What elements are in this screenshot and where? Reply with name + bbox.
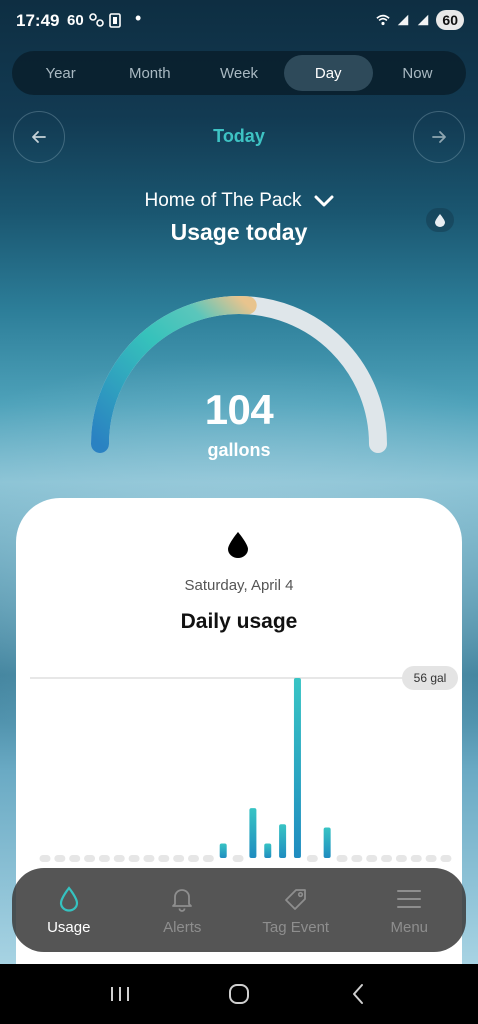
chart-placeholder-07	[143, 855, 155, 862]
chart-placeholder-26	[425, 855, 437, 862]
usage-value: 104	[204, 386, 274, 433]
tab-week[interactable]: Week	[194, 55, 283, 91]
chart-placeholder-10	[188, 855, 199, 862]
back-icon	[353, 984, 364, 1004]
tab-day[interactable]: Day	[283, 55, 373, 91]
max-value-label: 56 gal	[414, 671, 447, 685]
daily-title: Daily usage	[180, 610, 298, 633]
daily-usage-chart: 56 gal	[30, 666, 458, 862]
bell-icon	[172, 888, 193, 912]
link-icon	[89, 13, 121, 28]
nav-menu-label: Menu	[390, 918, 429, 936]
location-selector[interactable]: Home of The Pack	[120, 188, 358, 214]
wifi-icon	[376, 14, 391, 26]
bottom-nav: Usage Alerts Tag Event Menu	[12, 868, 466, 952]
status-time: 17:49	[16, 11, 60, 30]
water-drop-badge[interactable]	[426, 208, 454, 232]
daily-date: Saturday, April 4	[184, 577, 294, 594]
chart-bar-14[interactable]	[249, 808, 257, 858]
chart-placeholder-03	[84, 855, 96, 862]
chart-placeholder-20	[336, 855, 348, 862]
nav-usage[interactable]: Usage	[12, 868, 126, 952]
nav-tag-event-label: Tag Event	[262, 918, 330, 936]
period-tabs: Year Month Week Day Now	[12, 51, 466, 95]
hamburger-menu-icon	[397, 889, 422, 908]
chart-placeholder-13	[232, 855, 244, 862]
nav-menu[interactable]: Menu	[353, 868, 467, 952]
water-drop-icon	[59, 885, 78, 912]
chart-bar-16[interactable]	[279, 824, 287, 858]
nav-tag-event[interactable]: Tag Event	[239, 868, 353, 952]
arrow-right-icon	[432, 131, 446, 143]
tag-icon	[284, 888, 306, 910]
notification-count: 60	[67, 12, 84, 29]
chart-placeholder-04	[98, 855, 110, 862]
chart-placeholder-08	[158, 855, 170, 862]
status-indicators: 60	[376, 10, 464, 30]
chart-placeholder-09	[173, 855, 185, 862]
chart-placeholder-23	[381, 855, 393, 862]
chart-placeholder-06	[128, 855, 140, 862]
nav-alerts-label: Alerts	[163, 918, 202, 936]
nav-usage-label: Usage	[47, 918, 91, 936]
chart-placeholder-01	[54, 855, 66, 862]
recent-apps-icon	[110, 987, 129, 1001]
signal-icon	[398, 14, 409, 26]
chart-placeholder-24	[395, 855, 407, 862]
chart-bar-12[interactable]	[219, 843, 227, 858]
previous-day-button[interactable]	[13, 111, 65, 163]
back-button[interactable]	[338, 974, 378, 1014]
next-day-button[interactable]	[413, 111, 465, 163]
app-screen: 17:49 60 • 60 Year Month Week Day Now To…	[0, 0, 478, 964]
chart-placeholder-18	[306, 855, 318, 862]
notification-dot-icon: •	[135, 8, 142, 28]
home-icon	[228, 984, 249, 1004]
home-button[interactable]	[219, 974, 259, 1014]
notification-icons	[88, 12, 128, 31]
chart-bar-19[interactable]	[323, 827, 331, 858]
water-drop-icon	[228, 532, 248, 558]
recent-apps-button[interactable]	[100, 974, 140, 1014]
chart-placeholder-22	[366, 855, 378, 862]
tab-month[interactable]: Month	[105, 55, 194, 91]
tab-year[interactable]: Year	[16, 55, 105, 91]
chart-placeholder-05	[113, 855, 125, 862]
battery-level: 60	[436, 10, 464, 30]
status-bar: 17:49 60 • 60	[0, 0, 478, 40]
chart-placeholder-27	[440, 855, 452, 862]
current-date-label: Today	[213, 126, 265, 146]
chart-bar-15[interactable]	[264, 843, 272, 858]
chart-placeholder-25	[410, 855, 422, 862]
usage-title: Usage today	[170, 219, 308, 245]
nav-alerts[interactable]: Alerts	[126, 868, 240, 952]
chevron-down-icon	[314, 195, 333, 207]
arrow-left-icon	[32, 131, 46, 143]
system-navigation-bar	[0, 964, 478, 1024]
location-name: Home of The Pack	[144, 190, 302, 211]
chart-placeholder-02	[69, 855, 81, 862]
tab-now[interactable]: Now	[373, 55, 462, 91]
signal-icon-2	[418, 14, 429, 26]
chart-placeholder-21	[351, 855, 363, 862]
chart-placeholder-00	[39, 855, 51, 862]
chart-bar-17[interactable]	[293, 678, 301, 858]
water-drop-icon	[435, 213, 445, 227]
usage-unit: gallons	[207, 440, 271, 460]
chart-placeholder-11	[202, 855, 214, 862]
